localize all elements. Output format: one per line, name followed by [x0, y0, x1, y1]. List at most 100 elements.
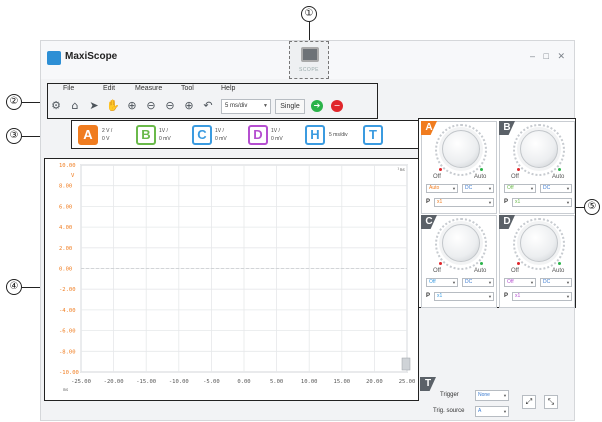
channel-panel-c: C Off Auto Off ▼ DC ▼ P x1 ▼	[421, 215, 497, 308]
probe-select[interactable]: x1 ▼	[434, 198, 494, 207]
zoom-x-icon[interactable]: ⊖	[163, 99, 177, 113]
window-controls[interactable]: – □ ✕	[530, 51, 568, 62]
waveform-display[interactable]: -25.00 -20.00 -15.00 -10.00 -5.00 0.00 5.00 10.…	[44, 158, 419, 401]
channel-panel-a: A Off Auto Auto ▼ DC ▼ P x1 ▼	[421, 121, 497, 214]
menu-edit[interactable]: Edit	[103, 85, 115, 92]
y-tick-label: 6.00	[59, 204, 72, 210]
y-tick-label: -10.00	[59, 370, 79, 376]
app-logo-icon	[47, 51, 61, 65]
menu-help[interactable]: Help	[221, 85, 235, 92]
zoom-in-icon[interactable]: ⊕	[125, 99, 139, 113]
gear-icon[interactable]: ⚙	[49, 99, 63, 113]
knob-auto-label: Auto	[552, 174, 565, 180]
zoom-y-icon[interactable]: ⊕	[182, 99, 196, 113]
pointer-icon[interactable]: ➤	[87, 99, 101, 113]
knob-off-label: Off	[511, 174, 519, 180]
off-indicator	[517, 262, 520, 265]
range-mode-select[interactable]: Off ▼	[504, 184, 536, 193]
x-tick-label: 20.00	[366, 379, 383, 385]
channel-b-button[interactable]: B	[136, 125, 156, 145]
x-tick-label: 25.00	[399, 379, 416, 385]
knob-off-label: Off	[433, 174, 441, 180]
channel-d-button[interactable]: D	[248, 125, 268, 145]
x-unit-label: ms	[63, 388, 69, 393]
zoom-out-icon[interactable]: ⊖	[144, 99, 158, 113]
range-mode-select[interactable]: Off ▼	[504, 278, 536, 287]
trigger-badge: T	[420, 377, 436, 391]
off-indicator	[439, 168, 442, 171]
horizontal-settings: 5 ms/div	[329, 132, 348, 138]
range-mode-select[interactable]: Off ▼	[426, 278, 458, 287]
y-tick-label: 2.00	[59, 246, 72, 252]
menu-bar: File Edit Measure Tool Help	[49, 85, 376, 95]
channel-badge: C	[421, 215, 437, 229]
toolbar: ⚙ ⌂ ➤ ✋ ⊕ ⊖ ⊖ ⊕ ↶ 5 ms/div ▼ Single ➔ −	[49, 97, 376, 117]
oscilloscope-plot[interactable]: -25.00 -20.00 -15.00 -10.00 -5.00 0.00 5.00 10.…	[45, 159, 417, 399]
knob-off-label: Off	[511, 268, 519, 274]
corner-label: ¹ms	[397, 168, 405, 173]
auto-indicator	[558, 168, 561, 171]
scope-mode-button[interactable]: SCOPE	[289, 41, 329, 79]
channel-badge: B	[499, 121, 515, 135]
range-mode-select[interactable]: Auto ▼	[426, 184, 458, 193]
trigger-select[interactable]: None ▼	[475, 390, 509, 401]
channel-a-settings: 2 V /0 V	[102, 128, 113, 142]
channel-a-button[interactable]: A	[78, 125, 98, 145]
channel-d-settings: 1V /0 mV	[271, 128, 283, 142]
probe-select[interactable]: x1 ▼	[512, 198, 572, 207]
volts-per-div-knob[interactable]	[520, 224, 558, 262]
y-tick-label: 0.00	[59, 267, 72, 273]
app-title: MaxiScope	[65, 51, 118, 62]
volts-per-div-knob[interactable]	[442, 130, 480, 168]
x-tick-label: -20.00	[104, 379, 124, 385]
trigger-button[interactable]: T	[363, 125, 383, 145]
channel-bar: A 2 V /0 V B 1V /0 mV C 1V /0 mV D 1V /0…	[71, 120, 425, 149]
falling-edge-icon[interactable]: ⤡	[544, 395, 558, 409]
menu-measure[interactable]: Measure	[135, 85, 162, 92]
callout-3: ③	[6, 128, 22, 144]
timebase-value: 5 ms/div	[225, 103, 248, 109]
timebase-select[interactable]: 5 ms/div ▼	[221, 99, 271, 114]
y-tick-label: -6.00	[59, 329, 76, 335]
coupling-select[interactable]: DC ▼	[540, 278, 572, 287]
home-icon[interactable]: ⌂	[68, 99, 82, 113]
menu-tool[interactable]: Tool	[181, 85, 194, 92]
off-indicator	[439, 262, 442, 265]
horizontal-button[interactable]: H	[305, 125, 325, 145]
scope-screen-icon	[301, 47, 319, 62]
coupling-select[interactable]: DC ▼	[462, 184, 494, 193]
y-tick-label: -2.00	[59, 287, 76, 293]
x-tick-label: 0.00	[237, 379, 250, 385]
probe-label: P	[426, 199, 431, 205]
trigger-source-select[interactable]: A ▼	[475, 406, 509, 417]
volts-per-div-knob[interactable]	[442, 224, 480, 262]
channel-badge: A	[421, 121, 437, 135]
chevron-down-icon: ▼	[263, 103, 268, 109]
probe-select[interactable]: x1 ▼	[434, 292, 494, 301]
volts-per-div-knob[interactable]	[520, 130, 558, 168]
y-tick-label: 4.00	[59, 225, 72, 231]
single-button[interactable]: Single	[275, 99, 305, 114]
callout-1-leader	[309, 22, 310, 40]
hand-icon[interactable]: ✋	[106, 99, 120, 113]
menu-file[interactable]: File	[63, 85, 74, 92]
callout-2: ②	[6, 94, 22, 110]
channel-c-button[interactable]: C	[192, 125, 212, 145]
auto-indicator	[480, 262, 483, 265]
run-icon[interactable]: ➔	[311, 100, 323, 112]
rising-edge-icon[interactable]: ⤢	[522, 395, 536, 409]
maxiscope-window: MaxiScope SCOPE – □ ✕ File Edit Measure …	[40, 40, 576, 422]
y-tick-label: 8.00	[59, 184, 72, 190]
y-tick-label: -4.00	[59, 308, 76, 314]
off-indicator	[517, 168, 520, 171]
coupling-select[interactable]: DC ▼	[462, 278, 494, 287]
trigger-panel: T Trigger None ▼ Trig. source A ▼ ⤢ ⤡	[420, 377, 576, 422]
undo-icon[interactable]: ↶	[201, 99, 215, 113]
coupling-select[interactable]: DC ▼	[540, 184, 572, 193]
probe-label: P	[504, 199, 509, 205]
title-bar: MaxiScope SCOPE – □ ✕	[41, 41, 574, 79]
x-tick-label: 5.00	[270, 379, 283, 385]
callout-5-leader	[575, 207, 584, 208]
probe-select[interactable]: x1 ▼	[512, 292, 572, 301]
stop-icon[interactable]: −	[331, 100, 343, 112]
